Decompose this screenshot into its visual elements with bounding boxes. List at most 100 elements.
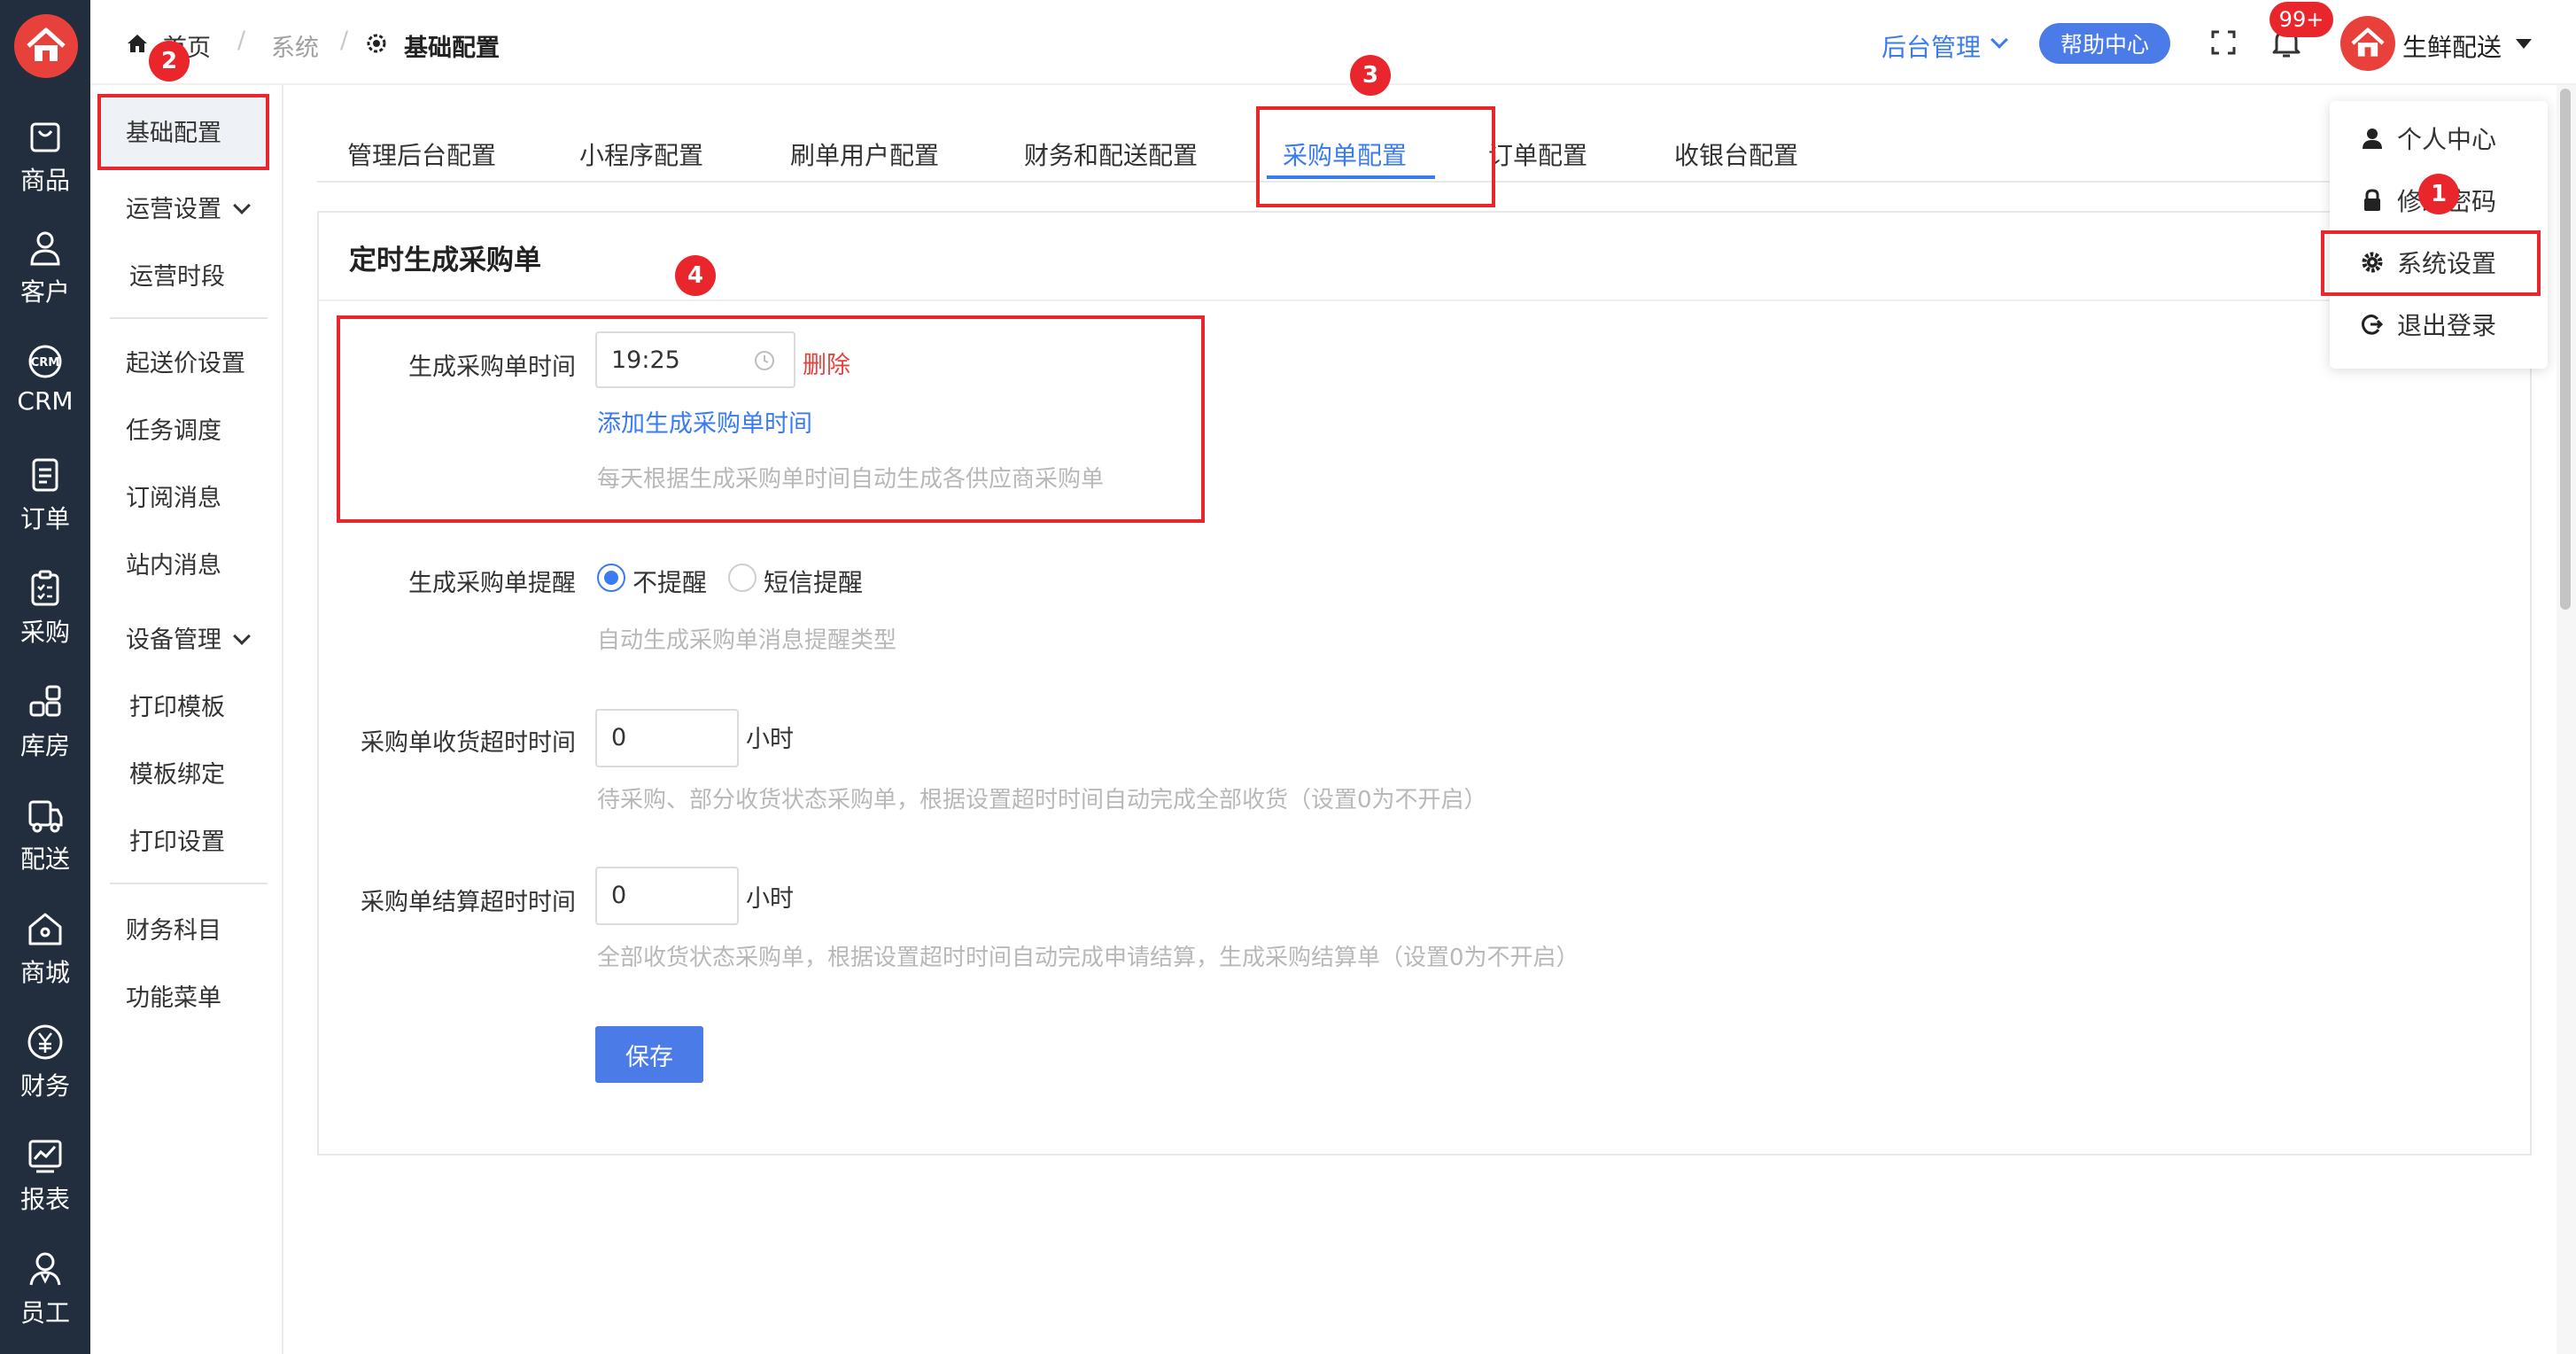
rail-label: CRM (17, 386, 74, 416)
receive-timeout-input[interactable]: 0 (595, 709, 739, 767)
rail-item-orders[interactable]: 订单 (0, 454, 90, 560)
reminder-hint: 自动生成采购单消息提醒类型 (597, 627, 897, 654)
bag-icon (30, 122, 60, 152)
rail-item-mall[interactable]: 商城 (0, 907, 90, 1014)
radio-sms-reminder-label[interactable]: 短信提醒 (764, 564, 863, 599)
rail-label: 商品 (19, 166, 70, 195)
rail-label: 员工 (19, 1298, 70, 1327)
panel-title: 定时生成采购单 (349, 245, 541, 276)
rail-label: 客户 (19, 277, 70, 307)
rail-item-finance[interactable]: 财务 (0, 1021, 90, 1127)
settle-timeout-unit: 小时 (746, 885, 794, 913)
rail-label: 库房 (19, 731, 70, 760)
sidebar-item-print-template[interactable]: 打印模板 (129, 688, 225, 722)
brand-logo[interactable] (14, 14, 78, 78)
annotation-box-basic-config (97, 94, 269, 170)
menu-item-label: 退出登录 (2397, 311, 2497, 340)
rail-label: 采购 (19, 618, 70, 647)
radio-no-reminder-label[interactable]: 不提醒 (632, 564, 707, 599)
sidebar-item-min-delivery[interactable]: 起送价设置 (126, 344, 245, 378)
sidebar-item-site-message[interactable]: 站内消息 (126, 546, 221, 580)
breadcrumb-system[interactable]: 系统 (271, 28, 319, 63)
rail-item-staff[interactable]: 员工 (0, 1248, 90, 1354)
user-name[interactable]: 生鲜配送 (2402, 28, 2502, 64)
house-logo-icon (27, 27, 66, 61)
truck-icon (28, 800, 63, 833)
settle-timeout-hint: 全部收货状态采购单，根据设置超时时间自动完成申请结算，生成采购结算单（设置0为不… (597, 945, 1579, 971)
breadcrumb-separator: / (340, 27, 349, 54)
icon-rail: 商品 客户 CRM CRM 订单 采购 库房 配送 商城 财务 报表 员工 (0, 0, 90, 1354)
rail-label: 配送 (19, 844, 70, 874)
tab-admin-config[interactable]: 管理后台配置 (347, 136, 496, 172)
menu-item-logout[interactable]: 退出登录 (2360, 307, 2496, 342)
chevron-down-icon (233, 627, 251, 645)
rail-item-customer[interactable]: 客户 (0, 227, 90, 333)
sidebar-item-device-mgmt[interactable]: 设备管理 (126, 620, 251, 655)
rail-item-purchase[interactable]: 采购 (0, 567, 90, 673)
house-logo-icon (2351, 27, 2385, 57)
settle-timeout-label: 采购单结算超时时间 (361, 889, 576, 916)
rail-label: 财务 (19, 1071, 70, 1101)
logout-icon (2362, 314, 2384, 335)
sidebar-item-operation-settings[interactable]: 运营设置 (126, 190, 251, 224)
home-icon (128, 35, 147, 52)
chevron-down-icon (233, 197, 251, 214)
tab-cashier-config[interactable]: 收银台配置 (1674, 136, 1798, 172)
tab-finance-delivery-config[interactable]: 财务和配送配置 (1024, 136, 1198, 172)
document-icon (32, 458, 58, 492)
warehouse-icon (29, 685, 61, 717)
yen-icon (27, 1024, 63, 1060)
admin-menu[interactable]: 后台管理 (1882, 28, 1981, 64)
menu-item-label: 个人中心 (2397, 125, 2497, 154)
annotation-badge-3: 3 (1350, 55, 1391, 96)
scrollbar-thumb[interactable] (2560, 89, 2571, 610)
rail-item-goods[interactable]: 商品 (0, 115, 90, 222)
sidebar-item-task-schedule[interactable]: 任务调度 (126, 411, 221, 446)
avatar[interactable] (2340, 16, 2395, 71)
fullscreen-icon[interactable] (2209, 28, 2238, 57)
rail-label: 商城 (19, 958, 70, 987)
sidebar-item-label: 设备管理 (126, 626, 221, 654)
sidebar-item-subscription[interactable]: 订阅消息 (126, 479, 221, 513)
settle-timeout-input[interactable]: 0 (595, 867, 739, 925)
sidebar-divider (110, 883, 268, 884)
annotation-badge-1: 1 (2418, 174, 2459, 214)
annotation-box-system-settings (2321, 230, 2541, 296)
receive-timeout-hint: 待采购、部分收货状态采购单，根据设置超时时间自动完成全部收货（设置0为不开启） (597, 787, 1487, 813)
menu-item-profile[interactable]: 个人中心 (2360, 121, 2496, 156)
caret-down-icon (2516, 39, 2532, 49)
radio-sms-reminder[interactable] (728, 564, 757, 592)
staff-icon (29, 1252, 61, 1286)
shop-icon (28, 913, 62, 945)
tab-order-config[interactable]: 订单配置 (1488, 136, 1587, 172)
crm-icon: CRM (28, 345, 62, 378)
tab-miniapp-config[interactable]: 小程序配置 (579, 136, 703, 172)
notification-badge: 99+ (2270, 2, 2333, 37)
person-icon (30, 231, 60, 266)
annotation-badge-2: 2 (149, 41, 190, 82)
receive-timeout-label: 采购单收货超时时间 (361, 729, 576, 757)
rail-item-crm[interactable]: CRM CRM (0, 340, 90, 447)
radio-no-reminder[interactable] (597, 564, 625, 592)
annotation-box-purchase-tab (1256, 106, 1495, 207)
chart-icon (28, 1140, 62, 1173)
sidebar-item-finance-subjects[interactable]: 财务科目 (126, 911, 221, 945)
rail-item-reports[interactable]: 报表 (0, 1134, 90, 1241)
save-button[interactable]: 保存 (595, 1026, 703, 1083)
svg-text:CRM: CRM (31, 356, 60, 370)
sidebar-item-label: 运营设置 (126, 196, 221, 223)
rail-item-warehouse[interactable]: 库房 (0, 681, 90, 787)
sidebar-item-print-settings[interactable]: 打印设置 (129, 822, 225, 857)
settle-timeout-value: 0 (611, 882, 627, 909)
clipboard-icon (31, 570, 59, 606)
help-center-button[interactable]: 帮助中心 (2039, 23, 2170, 64)
annotation-badge-4: 4 (675, 255, 716, 296)
tab-brush-user-config[interactable]: 刷单用户配置 (790, 136, 939, 172)
sidebar-item-function-menu[interactable]: 功能菜单 (126, 978, 221, 1013)
lock-icon (2364, 189, 2380, 211)
sidebar-divider (110, 317, 268, 319)
panel-divider (319, 300, 2530, 301)
sidebar-item-template-binding[interactable]: 模板绑定 (129, 755, 225, 790)
rail-item-delivery[interactable]: 配送 (0, 794, 90, 900)
sidebar-item-operation-hours[interactable]: 运营时段 (129, 257, 225, 292)
